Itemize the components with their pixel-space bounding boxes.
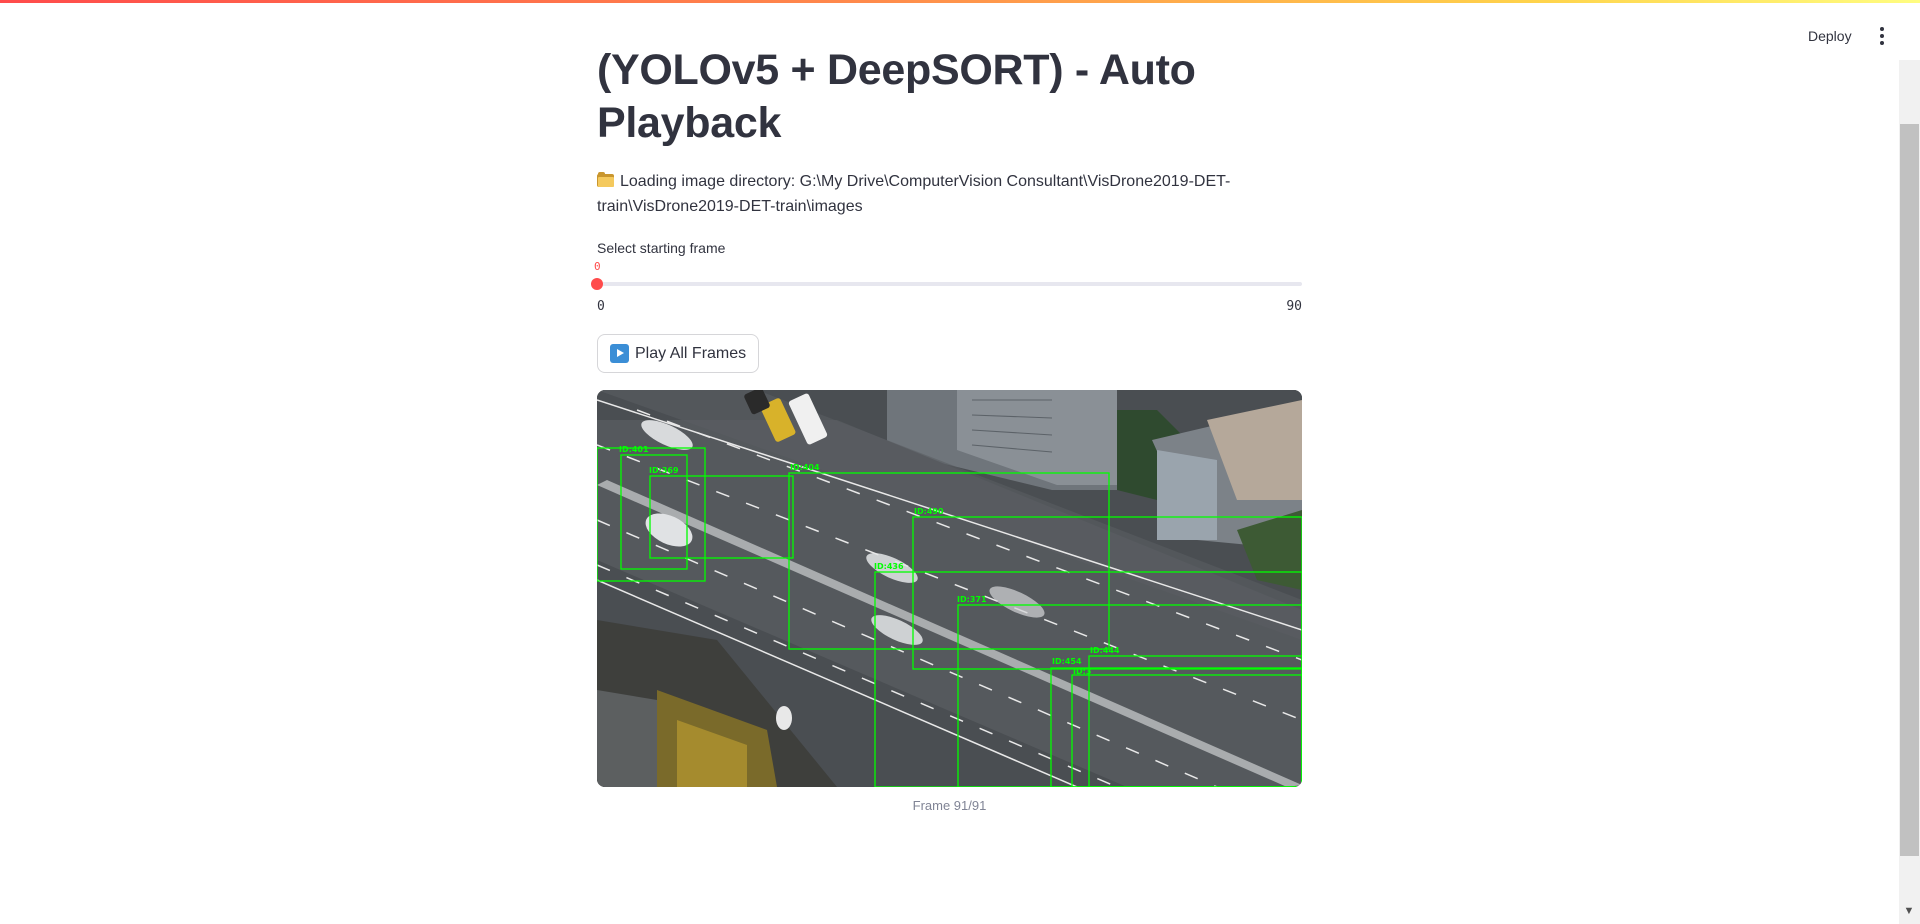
folder-icon (597, 172, 614, 187)
deploy-button[interactable]: Deploy (1800, 24, 1860, 48)
aerial-highway-frame: ID:401 ID:369 ID:404 ID:490 ID:436 ID:37… (597, 390, 1302, 787)
directory-message: Loading image directory: G:\My Drive\Com… (597, 169, 1302, 219)
track-label: ID:444 (1090, 646, 1120, 655)
directory-message-text: Loading image directory: G:\My Drive\Com… (597, 173, 1231, 215)
main-menu-button[interactable] (1872, 24, 1892, 48)
track-label: ID:371 (957, 595, 987, 604)
scrollbar-thumb[interactable] (1900, 124, 1919, 856)
track-label: ID:401 (619, 445, 649, 454)
slider-current-value: 0 (594, 260, 601, 273)
slider-max-label: 90 (1286, 299, 1302, 314)
track-label: ID:490 (914, 507, 944, 516)
starting-frame-slider[interactable] (597, 282, 1302, 286)
slider-label: Select starting frame (597, 240, 726, 256)
play-all-frames-button[interactable]: Play All Frames (597, 334, 760, 373)
video-frame: ID:401 ID:369 ID:404 ID:490 ID:436 ID:37… (597, 390, 1302, 787)
track-label: ID:404 (790, 463, 820, 472)
top-decoration-bar (0, 0, 1920, 3)
chevron-down-icon[interactable]: ▼ (1902, 904, 1916, 918)
main-content: (YOLOv5 + DeepSORT) - Auto Playback Load… (591, 44, 1302, 813)
track-label: ID:3 (1073, 667, 1091, 676)
slider-min-label: 0 (597, 299, 605, 314)
track-label: ID:454 (1052, 657, 1082, 666)
track-label: ID:436 (874, 562, 904, 571)
page-title: (YOLOv5 + DeepSORT) - Auto Playback (597, 46, 1196, 147)
slider-thumb[interactable] (591, 278, 603, 290)
track-label: ID:369 (649, 466, 679, 475)
vertical-ellipsis-icon (1880, 27, 1884, 31)
play-icon (610, 344, 629, 363)
frame-caption: Frame 91/91 (912, 798, 987, 813)
play-all-frames-label: Play All Frames (635, 344, 747, 362)
